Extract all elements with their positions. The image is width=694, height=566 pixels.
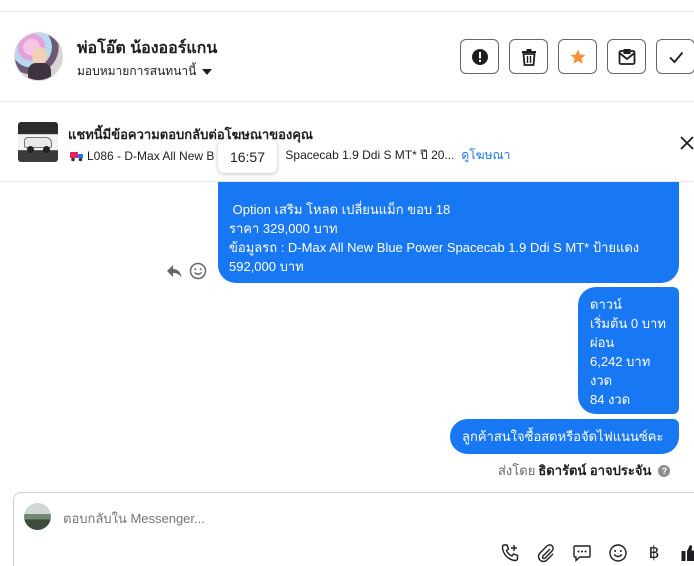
payment-button[interactable]: ฿ <box>642 542 666 564</box>
mark-unread-button[interactable] <box>607 39 646 74</box>
message-line: งวด <box>590 373 613 388</box>
reply-icon[interactable] <box>165 262 183 280</box>
message-line: ดาวน์ <box>590 297 622 312</box>
ad-banner-title: แชทนี้มีข้อความตอบกลับต่อโฆษณาของคุณ <box>68 127 313 142</box>
paperclip-icon <box>537 544 554 563</box>
conversation-header: พ่อโอ๊ต น้องออร์แกน มอบหมายการสนทนานี้ <box>0 12 694 102</box>
assign-label: มอบหมายการสนทนานี้ <box>77 64 197 78</box>
attach-button[interactable] <box>534 542 558 564</box>
ad-subtitle-right: Spacecab 1.9 Ddi S MT* ปี 20... <box>285 148 455 162</box>
chat-bubble-icon <box>573 545 591 563</box>
emoji-icon <box>609 544 627 562</box>
message-line: 592,000 บาท <box>229 259 304 274</box>
help-icon[interactable]: ? <box>658 464 671 477</box>
sender-name: ธิดารัตน์ อาจประจัน <box>538 463 652 478</box>
message-time-tooltip: 16:57 <box>218 140 277 173</box>
sent-by-label: ส่งโดย ธิดารัตน์ อาจประจัน ? <box>498 460 671 481</box>
message-line: เริ่มต้น 0 บาท <box>590 316 666 331</box>
ad-banner-subtitle: L086 - D-Max All New B Spacecab 1.9 Ddi … <box>70 146 510 165</box>
composer-toolbar: ฿ <box>498 542 694 564</box>
sent-by-prefix: ส่งโดย <box>498 463 536 478</box>
caret-down-icon <box>202 68 213 75</box>
assign-conversation-dropdown[interactable]: มอบหมายการสนทนานี้ <box>77 62 213 81</box>
header-actions <box>460 39 694 74</box>
saved-replies-button[interactable] <box>570 542 594 564</box>
react-emoji-icon[interactable] <box>189 262 207 280</box>
page-avatar <box>24 503 51 530</box>
check-icon <box>668 51 683 63</box>
message-line: 6,242 บาท <box>590 354 651 369</box>
mark-unread-icon <box>618 48 635 65</box>
view-ad-link[interactable]: ดูโฆษณา <box>461 146 510 165</box>
message-line: ลูกค้าสนใจซื้อสดหรือจัดไฟแนนซ์คะ <box>462 429 664 444</box>
message-bubble[interactable]: Option เสริม โหลด เปลี่ยนแม็ก ขอบ 18 ราค… <box>218 182 679 283</box>
message-bubble[interactable]: ลูกค้าสนใจซื้อสดหรือจัดไฟแนนซ์คะ <box>450 419 679 454</box>
ad-thumbnail[interactable] <box>18 122 58 162</box>
contact-name: พ่อโอ๊ต น้องออร์แกน <box>77 40 218 57</box>
baht-icon: ฿ <box>648 543 660 563</box>
done-button[interactable] <box>656 39 694 74</box>
message-actions <box>165 262 207 280</box>
truck-icon <box>70 151 83 161</box>
like-button[interactable] <box>678 542 694 564</box>
message-line: ราคา 329,000 บาท <box>229 221 338 236</box>
message-composer: ฿ <box>13 492 694 566</box>
emoji-button[interactable] <box>606 542 630 564</box>
star-button[interactable] <box>558 39 597 74</box>
thumbs-up-icon <box>681 545 694 561</box>
flag-button[interactable] <box>460 39 499 74</box>
phone-plus-icon <box>501 544 519 562</box>
close-icon[interactable] <box>678 134 694 152</box>
message-line: Option เสริม โหลด เปลี่ยนแม็ก ขอบ 18 <box>229 202 451 217</box>
delete-button[interactable] <box>509 39 548 74</box>
message-bubble[interactable]: ดาวน์ เริ่มต้น 0 บาท ผ่อน 6,242 บาท งวด … <box>578 287 679 414</box>
message-line: ผ่อน <box>590 335 615 350</box>
ad-subtitle-left: L086 - D-Max All New B <box>87 148 215 163</box>
star-icon <box>570 49 585 64</box>
contact-avatar[interactable] <box>14 32 63 81</box>
flag-icon <box>471 48 488 65</box>
message-line: 84 งวด <box>590 392 631 407</box>
reply-input[interactable] <box>63 508 463 528</box>
call-button[interactable] <box>498 542 522 564</box>
trash-icon <box>521 48 536 66</box>
message-line: ข้อมูลรถ : D-Max All New Blue Power Spac… <box>229 240 640 255</box>
ad-reply-banner: แชทนี้มีข้อความตอบกลับต่อโฆษณาของคุณ L08… <box>0 102 694 182</box>
